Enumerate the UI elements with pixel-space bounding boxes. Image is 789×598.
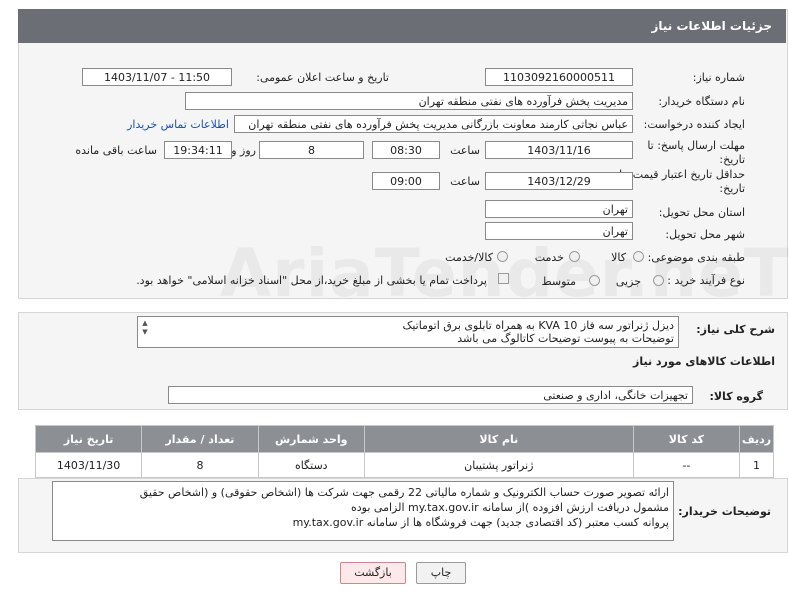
city-field: تهران (485, 222, 633, 240)
process-minor-label: جزیی (615, 275, 641, 288)
print-button[interactable]: چاپ (416, 562, 466, 584)
col-qty: تعداد / مقدار (141, 425, 259, 453)
days-label: روز و (231, 144, 256, 157)
cell-name: ژنراتور پشتیبان (363, 452, 634, 478)
goods-group-label: گروه کالا: (709, 390, 763, 403)
col-date: تاریخ نیاز (34, 425, 143, 453)
buyer-notes-line-3: پروانه کسب معتبر (کد اقتصادی جدید) جهت ف… (292, 516, 669, 529)
cell-row: 1 (739, 452, 774, 478)
col-row: ردیف (739, 425, 774, 453)
description-label: شرح کلی نیاز: (696, 323, 775, 336)
page-title: جزئیات اطلاعات نیاز (651, 19, 772, 33)
table-row: 1 -- ژنراتور پشتیبان دستگاه 8 1403/11/30 (34, 452, 774, 478)
validity-time-field[interactable]: 09:00 (372, 172, 440, 190)
deadline-label: مهلت ارسال پاسخ: تا تاریخ: (647, 139, 745, 166)
cell-unit: دستگاه (257, 452, 365, 478)
category-goods-radio[interactable] (633, 251, 644, 262)
cell-date: 1403/11/30 (34, 452, 143, 478)
city-label: شهر محل تحویل: (665, 228, 745, 241)
col-code: کد کالا (632, 425, 741, 453)
buyer-notes-textarea[interactable]: ارائه تصویر صورت حساب الکترونیک و شماره … (52, 481, 674, 541)
days-field: 8 (259, 141, 364, 159)
panel-header: جزئیات اطلاعات نیاز (18, 9, 786, 43)
province-label: استان محل تحویل: (658, 206, 745, 219)
goods-table: ردیف کد کالا نام کالا واحد شمارش تعداد /… (34, 425, 774, 478)
remaining-label: ساعت باقی مانده (75, 144, 157, 157)
category-both-label: کالا/خدمت (445, 251, 493, 264)
process-medium-label: متوسط (541, 275, 576, 288)
validity-time-label: ساعت (450, 175, 480, 188)
payment-note: پرداخت تمام یا بخشی از مبلغ خرید،از محل … (136, 274, 487, 287)
validity-date-field[interactable]: 1403/12/29 (485, 172, 633, 190)
description-line-1: دیزل ژنراتور سه فاز KVA 10 به همراه تابل… (402, 319, 674, 332)
cell-code: -- (632, 452, 741, 478)
deadline-date-field[interactable]: 1403/11/16 (485, 141, 633, 159)
col-unit: واحد شمارش (257, 425, 365, 453)
treasury-checkbox[interactable] (498, 273, 509, 284)
buyer-notes-label: توضیحات خریدار: (678, 505, 771, 518)
buyer-org-field: مدیریت پخش فرآورده های نفتی منطقه تهران (185, 92, 633, 110)
validity-label: حداقل تاریخ اعتبار قیمت: تا تاریخ: (619, 168, 745, 195)
buyer-org-label: نام دستگاه خریدار: (658, 95, 745, 108)
process-medium-radio[interactable] (589, 275, 600, 286)
buyer-notes-line-2: مشمول دریافت ارزش افزوده )از سامانه my.t… (351, 501, 669, 514)
category-service-label: خدمت (534, 251, 564, 264)
category-goods-label: کالا (611, 251, 626, 264)
goods-group-field: تجهیزات خانگی، اداری و صنعتی (168, 386, 693, 404)
process-minor-radio[interactable] (653, 275, 664, 286)
announce-field: 1403/11/07 - 11:50 (82, 68, 232, 86)
announce-label: تاریخ و ساعت اعلان عمومی: (256, 71, 389, 84)
back-button[interactable]: بازگشت (340, 562, 406, 584)
cell-qty: 8 (141, 452, 259, 478)
deadline-time-label: ساعت (450, 144, 480, 157)
requester-label: ایجاد کننده درخواست: (643, 118, 745, 131)
category-label: طبقه بندی موضوعی: (647, 251, 745, 264)
col-name: نام کالا (363, 425, 634, 453)
description-textarea[interactable]: دیزل ژنراتور سه فاز KVA 10 به همراه تابل… (137, 316, 679, 348)
need-number-label: شماره نیاز: (692, 71, 745, 84)
goods-section-title: اطلاعات کالاهای مورد نیاز (633, 355, 775, 368)
remaining-time-field: 19:34:11 (164, 141, 232, 159)
scrollbar[interactable]: ▲ ▼ (140, 319, 150, 345)
contact-info-link[interactable]: اطلاعات تماس خریدار (127, 118, 229, 131)
deadline-time-field[interactable]: 08:30 (372, 141, 440, 159)
category-both-radio[interactable] (497, 251, 508, 262)
requester-field: عباس نجاتی کارمند معاونت بازرگانی مدیریت… (234, 115, 633, 133)
category-service-radio[interactable] (569, 251, 580, 262)
description-line-2: توضیحات به پیوست توضیحات کاتالوگ می باشد (457, 332, 674, 345)
need-number-field: 1103092160000511 (485, 68, 633, 86)
process-label: نوع فرآیند خرید : (667, 274, 745, 287)
province-field: تهران (485, 200, 633, 218)
buyer-notes-line-1: ارائه تصویر صورت حساب الکترونیک و شماره … (139, 486, 669, 499)
